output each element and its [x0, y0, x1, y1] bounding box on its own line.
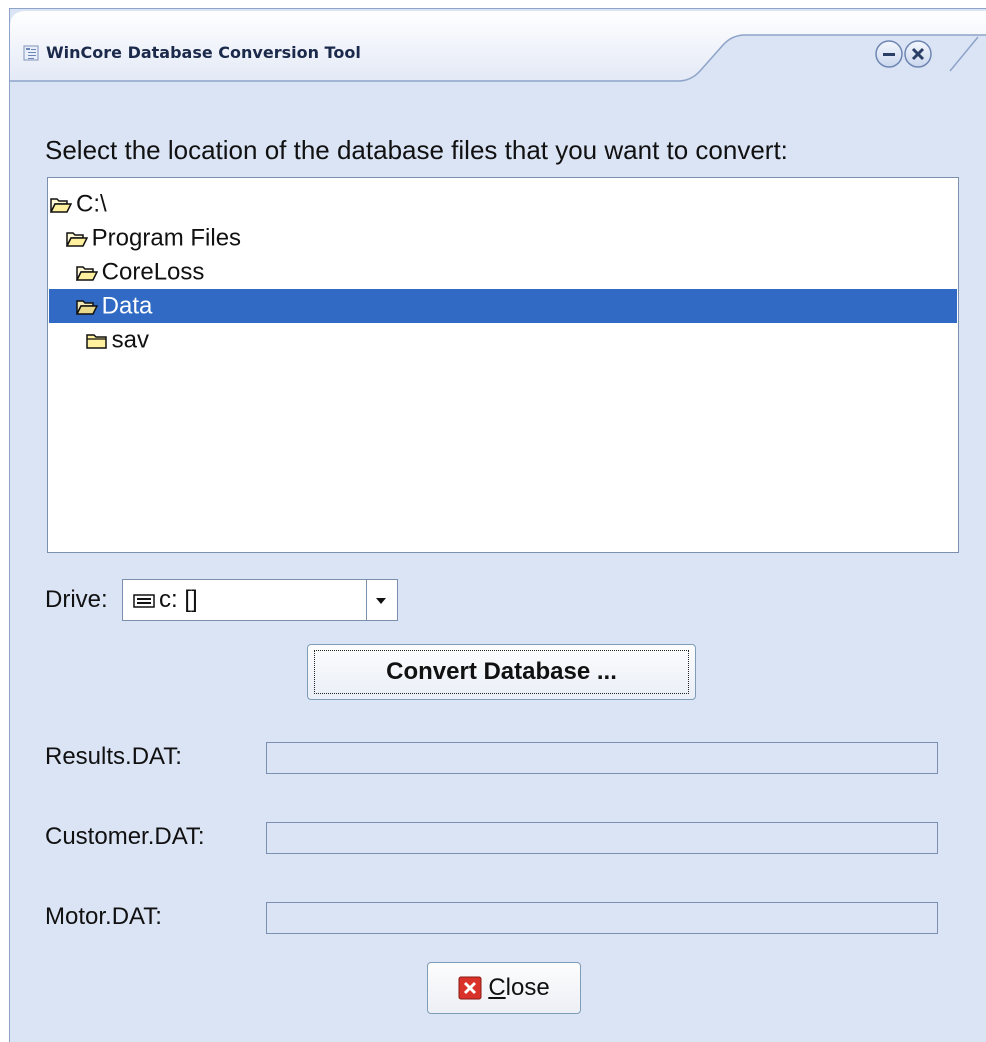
close-button-label: Close [488, 974, 550, 1001]
open-folder-icon [75, 299, 98, 315]
chevron-down-icon [376, 598, 386, 604]
motor-dat-label: Motor.DAT: [45, 903, 162, 930]
directory-list[interactable]: C:\ Program Files CoreLoss Data sav [47, 177, 959, 553]
results-dat-label: Results.DAT: [45, 743, 182, 770]
close-x-icon [458, 976, 482, 1000]
results-dat-progress [266, 742, 938, 774]
open-folder-icon [75, 265, 98, 281]
directory-item-program-files[interactable]: Program Files [49, 221, 957, 255]
convert-database-button[interactable]: Convert Database ... [307, 644, 696, 700]
drive-value: c: [] [159, 586, 198, 613]
directory-item-sav[interactable]: sav [49, 323, 957, 357]
drive-label: Drive: [45, 586, 108, 613]
open-folder-icon [65, 231, 88, 247]
convert-database-label: Convert Database ... [314, 650, 689, 694]
drive-dropdown-button[interactable] [366, 580, 397, 620]
directory-item-c-root[interactable]: C:\ [49, 187, 957, 221]
closed-folder-icon [85, 333, 107, 349]
directory-item-coreloss[interactable]: CoreLoss [49, 255, 957, 289]
conversion-tool-window: WinCore Database Conversion Tool Select … [9, 8, 986, 1042]
customer-dat-progress [266, 822, 938, 854]
close-button[interactable]: Close [427, 962, 581, 1014]
close-window-icon[interactable] [903, 39, 933, 69]
open-folder-icon [50, 197, 72, 213]
drive-select[interactable]: c: [] [122, 579, 398, 621]
drive-icon [133, 593, 155, 608]
customer-dat-label: Customer.DAT: [45, 823, 205, 850]
directory-item-data[interactable]: Data [49, 289, 957, 323]
minimize-icon[interactable] [874, 39, 904, 69]
app-icon [23, 45, 39, 61]
motor-dat-progress [266, 902, 938, 934]
location-prompt: Select the location of the database file… [45, 135, 788, 165]
window-title: WinCore Database Conversion Tool [46, 43, 361, 62]
